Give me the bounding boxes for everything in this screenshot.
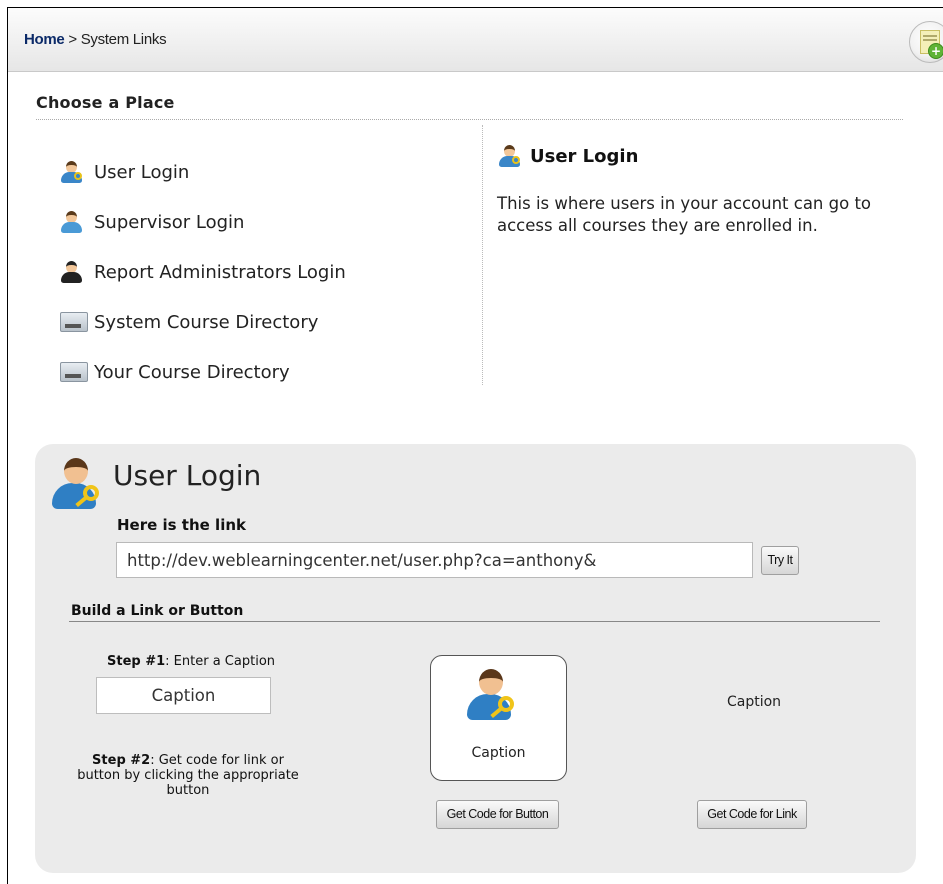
- detail-title: User Login: [498, 144, 638, 168]
- breadcrumb-current: System Links: [80, 31, 167, 48]
- caption-field[interactable]: [96, 677, 271, 714]
- column-divider: [482, 125, 483, 385]
- step1-prefix: Step #1: [107, 654, 166, 669]
- try-it-button[interactable]: Try It: [761, 546, 799, 575]
- breadcrumb: Home > System Links: [24, 31, 167, 48]
- build-heading: Build a Link or Button: [71, 603, 244, 619]
- link-label: Here is the link: [117, 516, 246, 534]
- choose-place-heading: Choose a Place: [36, 93, 175, 112]
- detail-title-text: User Login: [530, 145, 639, 167]
- user-login-large-icon: [51, 455, 103, 511]
- build-divider: [69, 621, 880, 622]
- place-report-admin-login[interactable]: Report Administrators Login: [60, 260, 346, 284]
- breadcrumb-home-link[interactable]: Home: [24, 31, 65, 48]
- administrator-icon: [60, 260, 90, 284]
- step2-prefix: Step #2: [92, 753, 151, 768]
- get-code-for-button[interactable]: Get Code for Button: [436, 800, 559, 829]
- place-label: System Course Directory: [94, 311, 319, 333]
- supervisor-icon: [60, 210, 90, 234]
- place-your-course-directory[interactable]: Your Course Directory: [60, 360, 290, 384]
- step2-instruction: Step #2: Get code for link or button by …: [75, 753, 301, 798]
- place-label: User Login: [94, 161, 190, 183]
- breadcrumb-separator: >: [64, 31, 81, 48]
- user-login-large-icon: [466, 666, 518, 722]
- heading-divider: [36, 119, 903, 120]
- user-login-icon: [60, 160, 90, 184]
- link-url-field[interactable]: [116, 542, 753, 578]
- directory-icon: [60, 360, 90, 384]
- place-label: Supervisor Login: [94, 211, 245, 233]
- get-code-for-link[interactable]: Get Code for Link: [697, 800, 807, 829]
- add-icon: +: [928, 43, 943, 59]
- panel-title: User Login: [113, 459, 262, 492]
- place-label: Your Course Directory: [94, 361, 290, 383]
- place-label: Report Administrators Login: [94, 261, 346, 283]
- step1-text: : Enter a Caption: [165, 654, 276, 669]
- add-bookmark-button[interactable]: +: [909, 21, 943, 63]
- link-preview[interactable]: Caption: [702, 694, 806, 710]
- place-supervisor-login[interactable]: Supervisor Login: [60, 210, 244, 234]
- top-bar: Home > System Links +: [8, 8, 943, 72]
- place-system-course-directory[interactable]: System Course Directory: [60, 310, 318, 334]
- directory-icon: [60, 310, 90, 334]
- user-login-icon: [498, 144, 530, 168]
- button-preview-caption: Caption: [471, 745, 526, 761]
- place-user-login[interactable]: User Login: [60, 160, 189, 184]
- button-preview[interactable]: Caption: [430, 655, 567, 781]
- step1-instruction: Step #1: Enter a Caption: [107, 654, 275, 669]
- detail-description: This is where users in your account can …: [497, 194, 872, 235]
